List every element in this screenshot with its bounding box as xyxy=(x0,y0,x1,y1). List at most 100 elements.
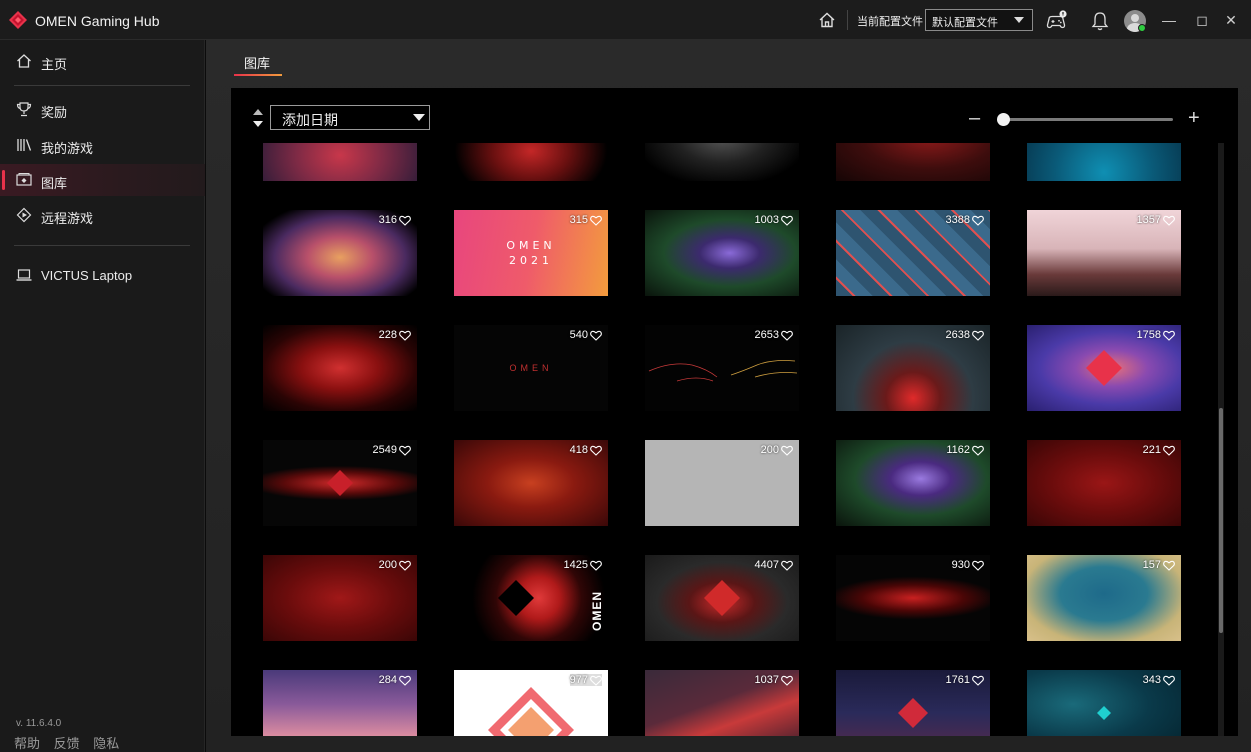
omen-diamond-icon xyxy=(497,580,534,616)
wallpaper-tile[interactable]: 1162 xyxy=(836,440,990,526)
tile-art-text: OMEN xyxy=(590,591,604,631)
wallpaper-tile[interactable]: 200 xyxy=(645,440,799,526)
wallpaper-tile[interactable]: 2653 xyxy=(645,325,799,411)
zoom-out-button[interactable]: – xyxy=(969,108,985,128)
minimize-icon[interactable]: — xyxy=(1159,10,1179,30)
sidebar-footer: 帮助 反馈 隐私 xyxy=(14,733,129,752)
wallpaper-tile[interactable] xyxy=(1027,143,1181,181)
heart-icon[interactable] xyxy=(1163,445,1175,456)
zoom-slider-track[interactable] xyxy=(1003,118,1173,121)
wallpaper-tile[interactable]: 1037 xyxy=(645,670,799,736)
like-count: 2638 xyxy=(946,329,984,341)
heart-icon[interactable] xyxy=(1163,330,1175,341)
wallpaper-tile[interactable]: 1357 xyxy=(1027,210,1181,296)
heart-icon[interactable] xyxy=(590,445,602,456)
heart-icon[interactable] xyxy=(781,445,793,456)
wallpaper-tile[interactable]: 316 xyxy=(263,210,417,296)
omen-diamond-icon xyxy=(488,687,574,736)
wallpaper-tile[interactable]: OMEN 2021 315 xyxy=(454,210,608,296)
gamepad-notification-icon[interactable] xyxy=(1045,10,1067,32)
like-count: 418 xyxy=(570,444,602,456)
wallpaper-tile[interactable]: 3388 xyxy=(836,210,990,296)
wallpaper-tile[interactable] xyxy=(645,143,799,181)
tab-gallery[interactable]: 图库 xyxy=(244,53,270,72)
wallpaper-tile[interactable]: 418 xyxy=(454,440,608,526)
heart-icon[interactable] xyxy=(781,330,793,341)
sidebar-item-my-games[interactable]: 我的游戏 xyxy=(0,129,205,161)
sidebar-item-home[interactable]: 主页 xyxy=(0,45,205,77)
wallpaper-tile[interactable]: 1003 xyxy=(645,210,799,296)
heart-icon[interactable] xyxy=(781,675,793,686)
wallpaper-tile[interactable] xyxy=(836,143,990,181)
zoom-slider-thumb[interactable] xyxy=(997,113,1010,126)
heart-icon[interactable] xyxy=(972,560,984,571)
wallpaper-tile[interactable]: 2549 xyxy=(263,440,417,526)
heart-icon[interactable] xyxy=(399,445,411,456)
omen-diamond-icon xyxy=(898,698,928,728)
gallery-icon xyxy=(16,173,32,186)
like-count: 1003 xyxy=(755,214,793,226)
wallpaper-tile[interactable]: 1761 xyxy=(836,670,990,736)
wallpaper-tile[interactable] xyxy=(263,143,417,181)
gallery-grid: 316 OMEN 2021 315 1003 3388 1357 228 OME… xyxy=(231,143,1218,736)
heart-icon[interactable] xyxy=(781,560,793,571)
wallpaper-tile[interactable]: 221 xyxy=(1027,440,1181,526)
like-count: 1037 xyxy=(755,674,793,686)
heart-icon[interactable] xyxy=(399,215,411,226)
wallpaper-tile[interactable]: 1758 xyxy=(1027,325,1181,411)
like-count: 1758 xyxy=(1137,329,1175,341)
wallpaper-tile[interactable]: OMEN 540 xyxy=(454,325,608,411)
sidebar-item-victus-laptop[interactable]: VICTUS Laptop xyxy=(0,259,205,291)
sort-dropdown[interactable]: 添加日期 xyxy=(270,105,430,130)
wallpaper-tile[interactable]: 4407 xyxy=(645,555,799,641)
heart-icon[interactable] xyxy=(972,215,984,226)
wallpaper-tile[interactable]: OMEN 1425 xyxy=(454,555,608,641)
wallpaper-tile[interactable] xyxy=(454,143,608,181)
wallpaper-tile[interactable]: 200 xyxy=(263,555,417,641)
bell-icon[interactable] xyxy=(1089,10,1111,32)
heart-icon[interactable] xyxy=(972,675,984,686)
heart-icon[interactable] xyxy=(399,560,411,571)
wallpaper-tile[interactable]: 284 xyxy=(263,670,417,736)
wallpaper-tile[interactable]: 930 xyxy=(836,555,990,641)
sidebar-item-remote-play[interactable]: 远程游戏 xyxy=(0,199,205,231)
sidebar-item-gallery[interactable]: 图库 xyxy=(0,164,205,196)
heart-icon[interactable] xyxy=(590,675,602,686)
home-icon[interactable] xyxy=(818,11,836,29)
heart-icon[interactable] xyxy=(972,445,984,456)
omen-diamond-icon xyxy=(1097,706,1111,720)
home-icon xyxy=(17,54,31,68)
sort-order-icon[interactable] xyxy=(251,108,265,128)
close-icon[interactable]: ✕ xyxy=(1221,10,1241,30)
heart-icon[interactable] xyxy=(399,675,411,686)
wallpaper-tile[interactable]: 343 xyxy=(1027,670,1181,736)
zoom-in-button[interactable]: + xyxy=(1188,108,1206,128)
gallery-scroll-thumb[interactable] xyxy=(1219,408,1223,633)
wallpaper-tile[interactable]: 228 xyxy=(263,325,417,411)
wallpaper-tile[interactable]: 977 xyxy=(454,670,608,736)
wallpaper-tile[interactable]: 2638 xyxy=(836,325,990,411)
privacy-link[interactable]: 隐私 xyxy=(93,736,119,751)
sidebar-item-rewards[interactable]: 奖励 xyxy=(0,93,205,125)
heart-icon[interactable] xyxy=(781,215,793,226)
maximize-icon[interactable]: ◻ xyxy=(1192,10,1212,30)
library-icon xyxy=(17,139,32,151)
help-link[interactable]: 帮助 xyxy=(14,736,40,751)
profile-dropdown[interactable]: 默认配置文件 xyxy=(925,9,1033,31)
hands-line-art xyxy=(648,360,797,382)
heart-icon[interactable] xyxy=(1163,215,1175,226)
wallpaper-tile[interactable]: 157 xyxy=(1027,555,1181,641)
heart-icon[interactable] xyxy=(1163,560,1175,571)
heart-icon[interactable] xyxy=(590,330,602,341)
like-count: 284 xyxy=(379,674,411,686)
feedback-link[interactable]: 反馈 xyxy=(54,736,80,751)
like-count: 977 xyxy=(569,674,602,686)
heart-icon[interactable] xyxy=(590,215,602,226)
heart-icon[interactable] xyxy=(590,560,602,571)
heart-icon[interactable] xyxy=(972,330,984,341)
heart-icon[interactable] xyxy=(399,330,411,341)
heart-icon[interactable] xyxy=(1163,675,1175,686)
like-count: 200 xyxy=(379,559,411,571)
omen-diamond-icon xyxy=(1086,350,1122,386)
remote-play-icon xyxy=(16,207,32,223)
